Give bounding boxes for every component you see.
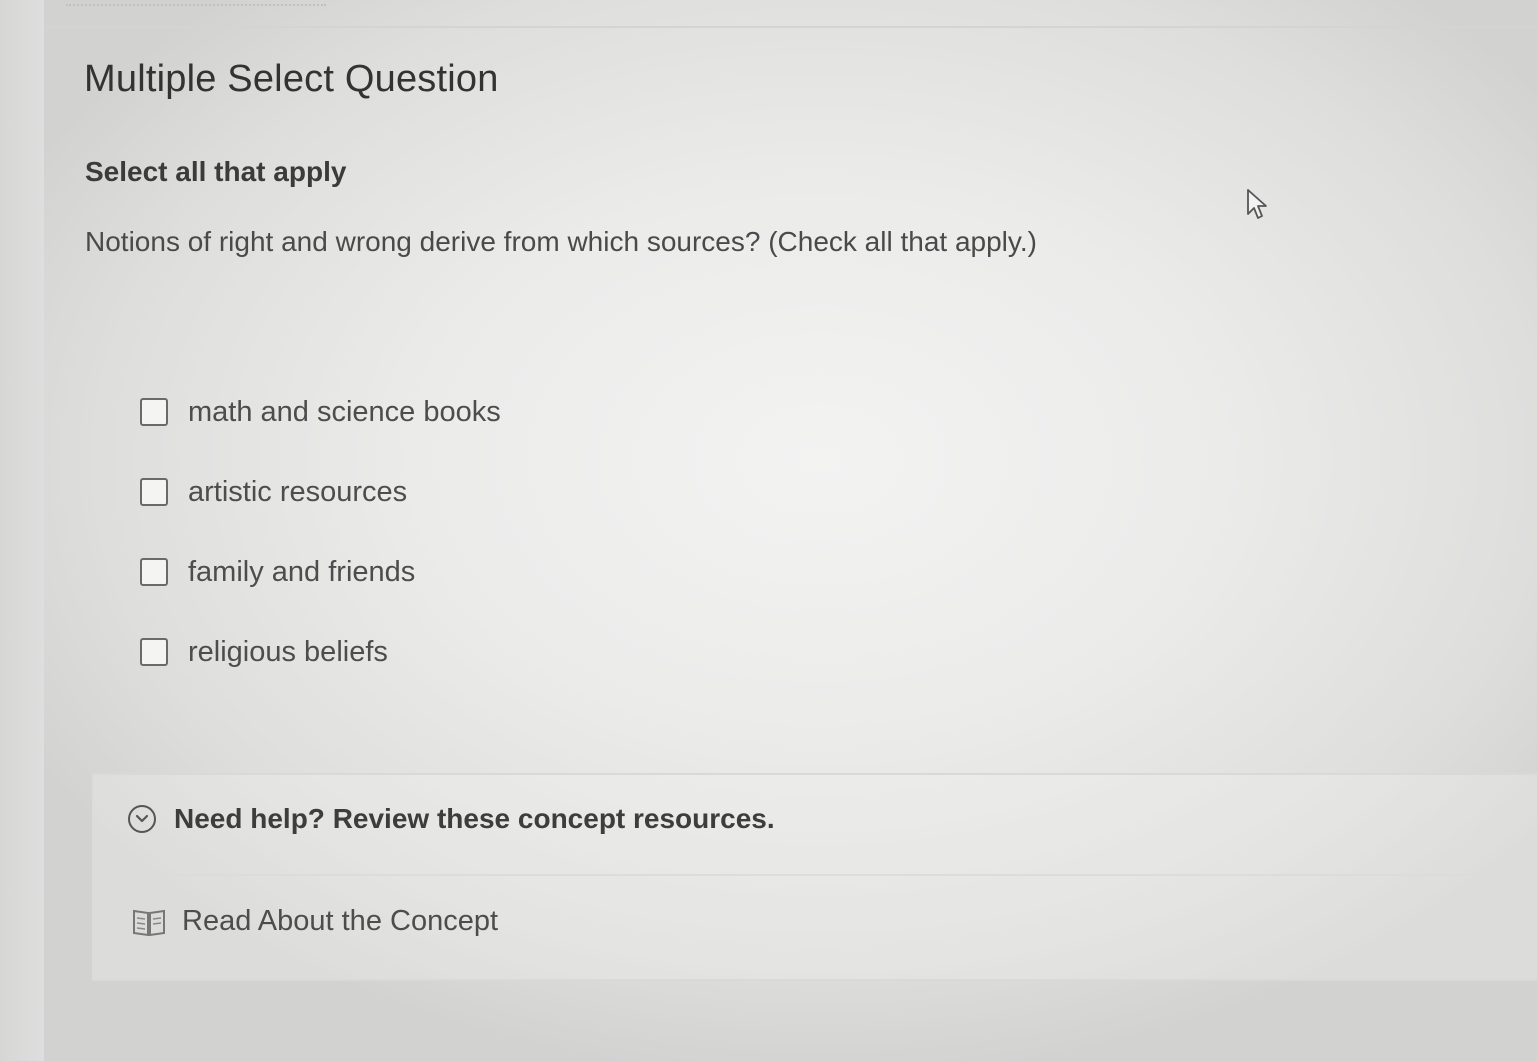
read-about-concept-label[interactable]: Read About the Concept [182, 905, 498, 938]
question-type-title: Multiple Select Question [84, 58, 499, 100]
answer-checkbox[interactable] [140, 398, 168, 426]
answer-checkbox[interactable] [140, 558, 168, 586]
answer-option-label[interactable]: math and science books [188, 396, 501, 429]
answer-option-label[interactable]: family and friends [188, 556, 415, 589]
mouse-pointer-icon [1246, 188, 1268, 220]
question-instruction: Select all that apply [85, 156, 347, 187]
answer-option[interactable]: family and friends [140, 552, 501, 592]
chevron-down-circle-icon[interactable] [128, 805, 156, 833]
concept-resources-divider [104, 874, 1537, 876]
top-divider [44, 26, 1537, 28]
answer-option-label[interactable]: artistic resources [188, 476, 407, 509]
answer-option-label[interactable]: religious beliefs [188, 636, 388, 669]
answer-checkbox[interactable] [140, 638, 168, 666]
answer-option[interactable]: religious beliefs [140, 632, 501, 672]
answer-checkbox[interactable] [140, 478, 168, 506]
answer-option[interactable]: math and science books [140, 392, 501, 432]
question-prompt: Notions of right and wrong derive from w… [85, 226, 1037, 257]
answer-options-list: math and science books artistic resource… [140, 392, 501, 712]
read-about-concept-link[interactable]: Read About the Concept [132, 905, 498, 938]
book-icon [132, 907, 166, 937]
answer-option[interactable]: artistic resources [140, 472, 501, 512]
concept-resources-panel: Need help? Review these concept resource… [92, 773, 1537, 981]
concept-resources-toggle[interactable]: Need help? Review these concept resource… [128, 803, 775, 835]
top-progress-dots [66, 0, 326, 6]
concept-resources-title[interactable]: Need help? Review these concept resource… [174, 803, 775, 835]
left-margin-strip [0, 0, 44, 1061]
